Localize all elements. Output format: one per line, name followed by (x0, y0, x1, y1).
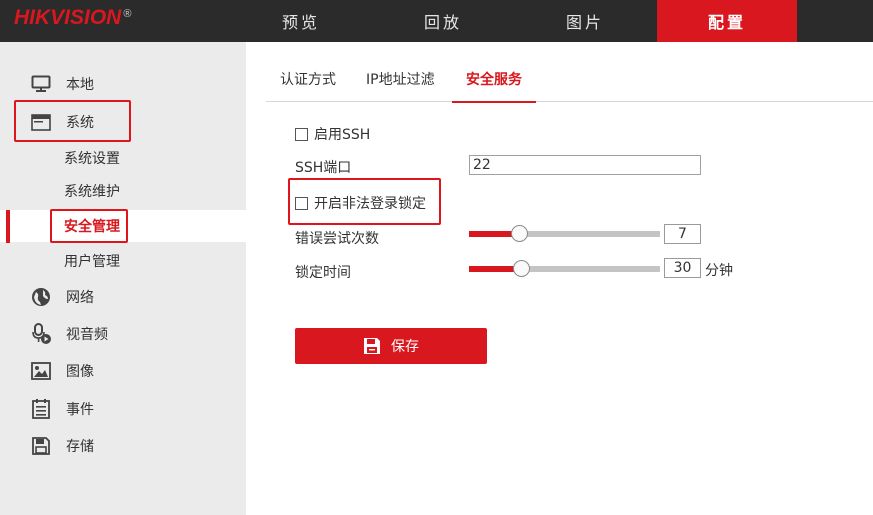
globe-icon (30, 286, 52, 308)
sidebar-item-video-audio[interactable]: 视音频 (0, 318, 246, 350)
sidebar-item-label: 图像 (66, 364, 94, 380)
hikvision-logo: HIKVISION ® (14, 6, 132, 29)
nav-picture[interactable]: 图片 (514, 0, 656, 42)
lock-time-label: 锁定时间 (295, 265, 351, 281)
sidebar-item-label: 网络 (66, 290, 94, 306)
illegal-login-lock-label: 开启非法登录锁定 (314, 196, 426, 212)
microphone-icon (30, 323, 52, 345)
enable-ssh-row: 启用SSH (295, 124, 370, 144)
retry-count-slider[interactable] (469, 225, 660, 242)
sidebar-item-event[interactable]: 事件 (0, 393, 246, 425)
sidebar-sub-system-maintenance[interactable]: 系统维护 (0, 175, 246, 207)
lock-time-slider[interactable] (469, 260, 660, 277)
sidebar-item-label: 本地 (66, 77, 94, 93)
tab-authentication[interactable]: 认证方式 (266, 56, 350, 102)
sidebar-item-network[interactable]: 网络 (0, 281, 246, 313)
tab-bar: 认证方式 IP地址过滤 安全服务 (266, 56, 873, 103)
sidebar-item-local[interactable]: 本地 (0, 68, 246, 100)
ssh-port-label: SSH端口 (295, 160, 352, 176)
enable-ssh-label: 启用SSH (314, 127, 371, 143)
lock-time-value[interactable]: 30 (664, 258, 701, 278)
top-bar: HIKVISION ® 预览 回放 图片 配置 (0, 0, 873, 42)
sidebar-item-label: 存储 (66, 439, 94, 455)
sidebar: 本地 系统 系统设置 系统维护 安全管理 用户管理 网络 视音频 图像 事件 存… (0, 42, 246, 515)
sidebar-sub-label: 系统设置 (64, 151, 120, 167)
sidebar-item-image[interactable]: 图像 (0, 355, 246, 387)
sidebar-item-label: 事件 (66, 402, 94, 418)
enable-ssh-checkbox[interactable] (295, 127, 308, 141)
monitor-icon (30, 73, 52, 95)
sidebar-sub-security-management[interactable]: 安全管理 (0, 210, 246, 243)
retry-count-value[interactable]: 7 (664, 224, 701, 244)
sidebar-item-storage[interactable]: 存储 (0, 430, 246, 462)
sidebar-item-label: 视音频 (66, 327, 108, 343)
save-button[interactable]: 保存 (295, 328, 487, 364)
lock-time-unit: 分钟 (705, 263, 733, 279)
retry-count-label: 错误尝试次数 (295, 231, 379, 247)
tab-ip-filter[interactable]: IP地址过滤 (352, 56, 449, 102)
sidebar-item-system[interactable]: 系统 (0, 106, 246, 138)
sidebar-sub-label: 安全管理 (64, 219, 120, 235)
nav-configuration[interactable]: 配置 (657, 0, 797, 42)
illegal-login-lock-checkbox[interactable] (295, 196, 308, 210)
save-button-label: 保存 (391, 339, 419, 355)
ssh-port-input[interactable]: 22 (469, 155, 701, 175)
tab-security-service[interactable]: 安全服务 (452, 56, 536, 103)
image-icon (30, 360, 52, 382)
slider-thumb[interactable] (513, 260, 530, 277)
ssh-port-row: SSH端口 (295, 157, 351, 177)
nav-playback[interactable]: 回放 (372, 0, 514, 42)
window-icon (30, 111, 52, 133)
list-icon (30, 398, 52, 420)
sidebar-sub-system-settings[interactable]: 系统设置 (0, 142, 246, 174)
illegal-login-lock-row: 开启非法登录锁定 (295, 193, 426, 213)
save-icon (363, 337, 381, 355)
floppy-icon (30, 435, 52, 457)
sidebar-sub-label: 用户管理 (64, 254, 120, 270)
nav-preview[interactable]: 预览 (230, 0, 372, 42)
slider-thumb[interactable] (511, 225, 528, 242)
sidebar-item-label: 系统 (66, 115, 94, 131)
sidebar-sub-label: 系统维护 (64, 184, 120, 200)
sidebar-sub-user-management[interactable]: 用户管理 (0, 245, 246, 277)
lock-time-row: 锁定时间 (295, 262, 351, 282)
retry-count-row: 错误尝试次数 (295, 228, 379, 248)
